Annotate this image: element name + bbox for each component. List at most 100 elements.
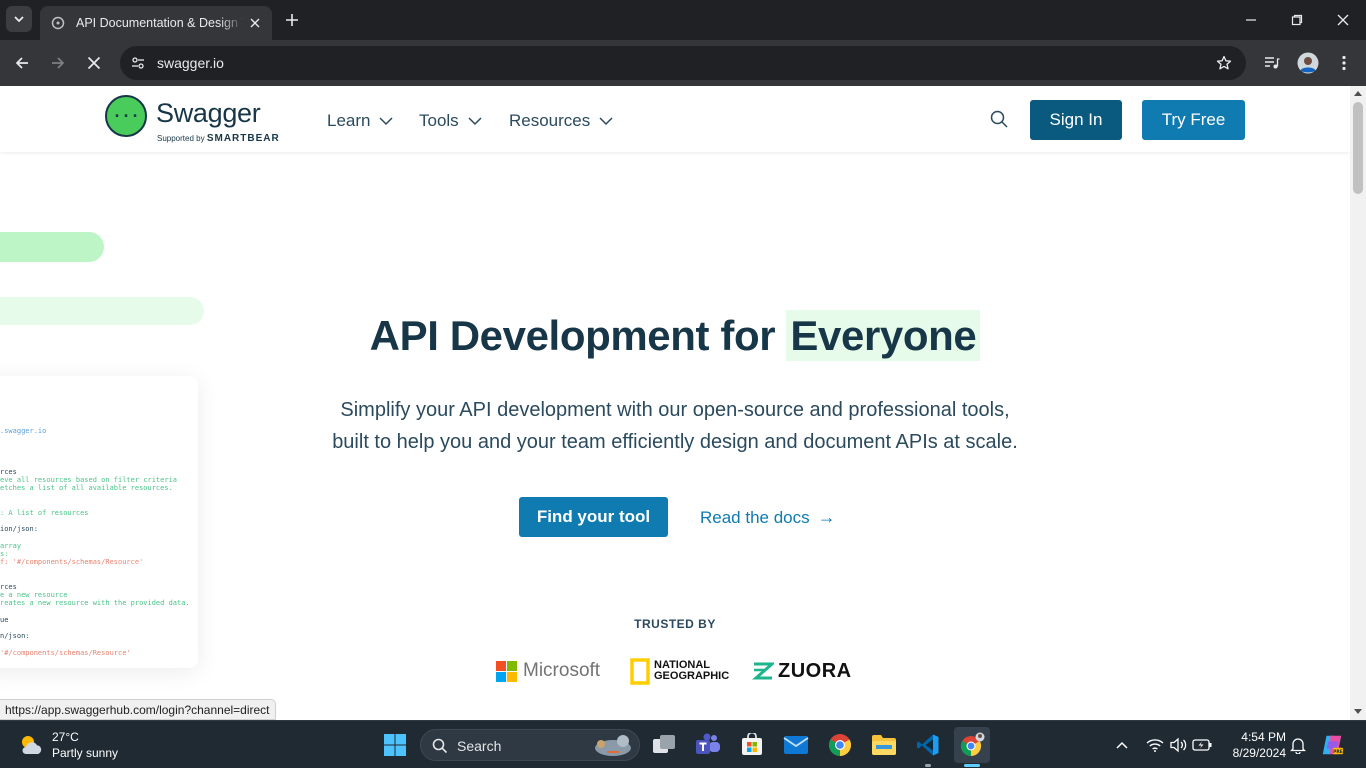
- forward-button[interactable]: [44, 49, 72, 77]
- find-your-tool-button[interactable]: Find your tool: [519, 497, 668, 537]
- svg-text:PRE: PRE: [1333, 749, 1343, 755]
- hero-title-highlight: Everyone: [786, 310, 981, 361]
- playlist-icon: [1265, 57, 1280, 69]
- logo-company: SMARTBEAR: [206, 133, 280, 144]
- bell-icon: [1290, 737, 1306, 754]
- windows-icon: [384, 734, 406, 756]
- swagger-logo-icon: {···}: [105, 95, 147, 137]
- read-the-docs-link[interactable]: Read the docs →: [700, 507, 836, 528]
- chrome-app[interactable]: [822, 727, 858, 763]
- code-line: etches a list of all available resources…: [0, 484, 173, 492]
- trusted-by-label: TRUSTED BY: [634, 617, 716, 631]
- arrow-right-icon: →: [817, 507, 836, 527]
- volume-control[interactable]: [1166, 733, 1190, 757]
- file-explorer-app[interactable]: [866, 727, 902, 763]
- sign-in-button[interactable]: Sign In: [1030, 100, 1122, 140]
- browser-tab-active[interactable]: API Documentation & Design Tools for Tea…: [40, 6, 272, 40]
- logo-supported-by: Supported by SMARTBEAR: [157, 133, 280, 144]
- clock-time: 4:54 PM: [1241, 730, 1286, 744]
- search-icon: [990, 110, 1008, 128]
- vscode-icon: [917, 734, 939, 756]
- hero-title-prefix: API Development for: [369, 312, 776, 359]
- back-button[interactable]: [8, 49, 36, 77]
- tab-search-button[interactable]: [6, 6, 32, 32]
- battery-charging-icon: [1192, 739, 1212, 751]
- national-geographic-logo: NATIONAL GEOGRAPHIC: [630, 656, 740, 686]
- close-icon: [87, 56, 101, 70]
- page-scrollbar[interactable]: [1350, 86, 1366, 720]
- tab-title: API Documentation & Design Tools for Tea…: [76, 16, 244, 30]
- teams-icon: [696, 733, 720, 754]
- site-settings-icon[interactable]: [126, 51, 150, 75]
- close-tab-icon[interactable]: [246, 14, 264, 32]
- hero-subtitle-line: built to help you and your team efficien…: [332, 431, 1018, 453]
- scroll-up-arrow-icon[interactable]: [1354, 91, 1362, 96]
- store-icon: [742, 733, 762, 755]
- show-hidden-icons-button[interactable]: [1110, 733, 1134, 757]
- chevron-down-icon: [599, 116, 613, 126]
- nav-resources[interactable]: Resources: [509, 110, 613, 132]
- swagger-logo[interactable]: {···} Swagger Supported by SMARTBEAR: [105, 95, 285, 145]
- code-line: : A list of resources: [0, 509, 89, 517]
- site-header: {···} Swagger Supported by SMARTBEAR Lea…: [0, 86, 1350, 152]
- nav-label: Tools: [419, 111, 459, 130]
- weather-description: Partly sunny: [52, 746, 119, 760]
- microsoft-store-app[interactable]: [734, 727, 770, 763]
- code-line: n/json:: [0, 632, 30, 640]
- site-search-button[interactable]: [988, 108, 1010, 130]
- read-the-docs-label: Read the docs: [700, 507, 810, 527]
- chrome-icon: [829, 734, 851, 756]
- nav-learn[interactable]: Learn: [327, 110, 394, 132]
- battery-status[interactable]: [1190, 733, 1214, 757]
- scroll-down-arrow-icon[interactable]: [1354, 709, 1362, 714]
- stop-loading-button[interactable]: [80, 49, 108, 77]
- scrollbar-thumb[interactable]: [1353, 102, 1363, 194]
- chevron-down-icon: [468, 116, 482, 126]
- arrow-right-icon: [52, 57, 65, 69]
- more-vertical-icon: [1342, 55, 1346, 71]
- restore-button[interactable]: [1274, 0, 1320, 40]
- try-free-button[interactable]: Try Free: [1142, 100, 1245, 140]
- nav-tools[interactable]: Tools: [419, 110, 482, 132]
- teams-app[interactable]: [690, 727, 726, 763]
- task-view-button[interactable]: [646, 727, 682, 763]
- code-line: e a new resource: [0, 591, 68, 599]
- search-highlight-icon: [595, 735, 631, 756]
- temperature: 27°C: [52, 730, 79, 744]
- nav-label: Learn: [327, 111, 371, 130]
- taskbar-search-label: Search: [457, 738, 502, 754]
- task-view-icon: [653, 735, 675, 753]
- minimize-button[interactable]: [1228, 0, 1274, 40]
- code-line: reates a new resource with the provided …: [0, 599, 190, 607]
- microsoft-logo: Microsoft: [496, 656, 600, 686]
- media-control-button[interactable]: [1259, 50, 1285, 76]
- chevron-down-icon: [14, 16, 24, 23]
- browser-toolbar: swagger.io: [0, 40, 1366, 86]
- browser-menu-button[interactable]: [1331, 50, 1357, 76]
- close-window-button[interactable]: [1320, 0, 1366, 40]
- code-line: eve all resources based on filter criter…: [0, 476, 178, 484]
- wifi-status[interactable]: [1143, 733, 1167, 757]
- url-text: swagger.io: [157, 55, 224, 71]
- profile-avatar[interactable]: [1295, 50, 1321, 76]
- chrome-profile-icon: [960, 732, 985, 757]
- chrome-active-window[interactable]: [954, 727, 990, 763]
- system-clock[interactable]: 4:54 PM 8/29/2024: [1222, 729, 1286, 761]
- weather-widget[interactable]: 27°C Partly sunny: [18, 729, 118, 761]
- decorative-pill: [0, 232, 104, 262]
- code-line: ion/json:: [0, 525, 38, 533]
- bookmark-star-icon[interactable]: [1214, 53, 1234, 73]
- copilot-button[interactable]: PRE: [1320, 733, 1344, 757]
- new-tab-button[interactable]: [280, 8, 304, 32]
- address-bar[interactable]: swagger.io: [120, 46, 1246, 80]
- hero-subtitle-line: Simplify your API development with our o…: [340, 399, 1010, 421]
- mail-app[interactable]: [778, 727, 814, 763]
- clock-date: 8/29/2024: [1232, 746, 1286, 760]
- vscode-app[interactable]: [910, 727, 946, 763]
- code-line: '#/components/schemas/Resource': [0, 649, 131, 657]
- taskbar-search[interactable]: Search: [420, 729, 640, 761]
- start-button[interactable]: [377, 727, 413, 763]
- page-viewport: .swagger.io rces eve all resources based…: [0, 86, 1350, 720]
- arrow-left-icon: [15, 57, 28, 69]
- notifications-button[interactable]: [1286, 733, 1310, 757]
